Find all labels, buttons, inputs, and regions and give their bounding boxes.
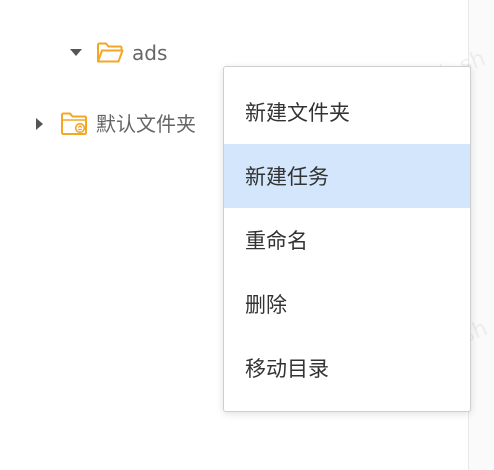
caret-down-icon[interactable] [68,45,84,61]
caret-right-icon[interactable] [32,116,48,132]
menu-item-move-directory[interactable]: 移动目录 [224,336,470,400]
tree-node-label: ads [132,41,168,65]
tree-node-label: 默认文件夹 [96,112,196,136]
tree-node-ads[interactable]: ads [68,38,167,68]
file-tree-panel: wb.sh wb.sh ads 默认文件夹 新 [0,0,494,470]
menu-item-new-folder[interactable]: 新建文件夹 [224,80,470,144]
menu-item-new-task[interactable]: 新建任务 [224,144,470,208]
context-menu: 新建文件夹 新建任务 重命名 删除 移动目录 [223,66,471,412]
folder-shared-icon [60,112,88,136]
folder-open-icon [96,41,124,65]
tree-node-default-folder[interactable]: 默认文件夹 [32,109,196,139]
menu-item-delete[interactable]: 删除 [224,272,470,336]
menu-item-rename[interactable]: 重命名 [224,208,470,272]
